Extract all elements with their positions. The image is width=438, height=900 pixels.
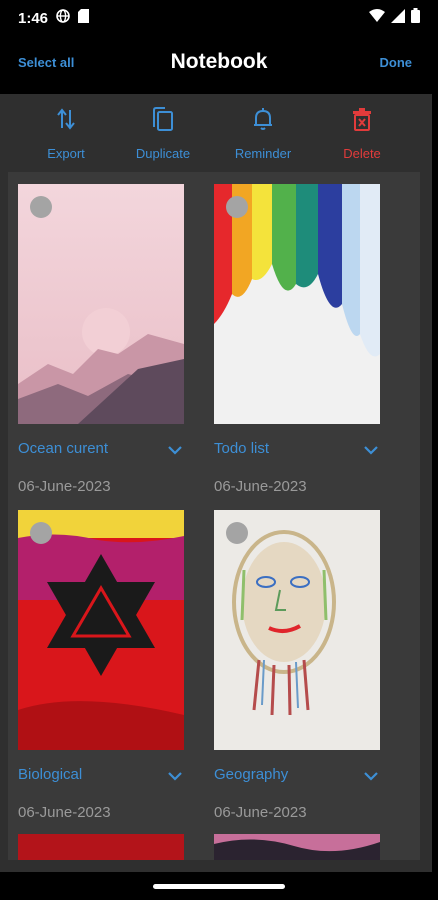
note-title[interactable]: Todo list — [214, 440, 269, 457]
sim-card-icon — [78, 8, 90, 28]
signal-icon — [391, 8, 405, 28]
done-button[interactable]: Done — [380, 55, 413, 70]
chevron-down-icon[interactable] — [168, 442, 182, 460]
navigation-bar — [0, 872, 438, 900]
note-thumbnail-partial[interactable] — [18, 834, 184, 860]
note-date: 06-June-2023 — [18, 478, 111, 495]
top-app-bar: Select all Notebook Done — [0, 36, 438, 94]
note-title[interactable]: Geography — [214, 766, 288, 783]
vpn-globe-icon — [56, 8, 70, 28]
duplicate-icon — [118, 104, 208, 134]
selection-panel: Export Duplicate Reminder Delete Ocean c… — [0, 94, 432, 872]
reminder-label: Reminder — [234, 146, 292, 161]
wifi-icon — [369, 9, 385, 27]
duplicate-label: Duplicate — [135, 146, 191, 161]
note-thumbnail[interactable] — [18, 184, 184, 424]
delete-button[interactable]: Delete — [317, 104, 407, 161]
export-label: Export — [47, 146, 85, 161]
note-title[interactable]: Ocean curent — [18, 440, 108, 457]
note-title[interactable]: Biological — [18, 766, 82, 783]
note-date: 06-June-2023 — [18, 804, 111, 821]
delete-label: Delete — [343, 146, 381, 161]
selection-checkbox[interactable] — [30, 522, 52, 544]
battery-icon — [411, 8, 420, 28]
action-toolbar: Export Duplicate Reminder Delete — [0, 94, 432, 172]
status-bar: 1:46 — [0, 0, 438, 36]
chevron-down-icon[interactable] — [364, 768, 378, 786]
note-thumbnail-partial[interactable] — [214, 834, 380, 860]
selection-checkbox[interactable] — [30, 196, 52, 218]
chevron-down-icon[interactable] — [364, 442, 378, 460]
selection-checkbox[interactable] — [226, 522, 248, 544]
duplicate-button[interactable]: Duplicate — [118, 104, 208, 161]
note-thumbnail[interactable] — [214, 184, 380, 424]
page-title: Notebook — [170, 50, 268, 73]
trash-icon — [317, 104, 407, 134]
bell-icon — [218, 104, 308, 134]
chevron-down-icon[interactable] — [168, 768, 182, 786]
note-thumbnail[interactable] — [214, 510, 380, 750]
export-button[interactable]: Export — [21, 104, 111, 161]
home-indicator[interactable] — [153, 884, 285, 889]
selection-checkbox[interactable] — [226, 196, 248, 218]
notes-grid: Ocean curent 06-June-2023 Todo list 06-J… — [8, 172, 420, 860]
note-thumbnail[interactable] — [18, 510, 184, 750]
note-date: 06-June-2023 — [214, 478, 307, 495]
reminder-button[interactable]: Reminder — [218, 104, 308, 161]
status-time: 1:46 — [18, 9, 49, 27]
export-icon — [21, 104, 111, 134]
note-date: 06-June-2023 — [214, 804, 307, 821]
